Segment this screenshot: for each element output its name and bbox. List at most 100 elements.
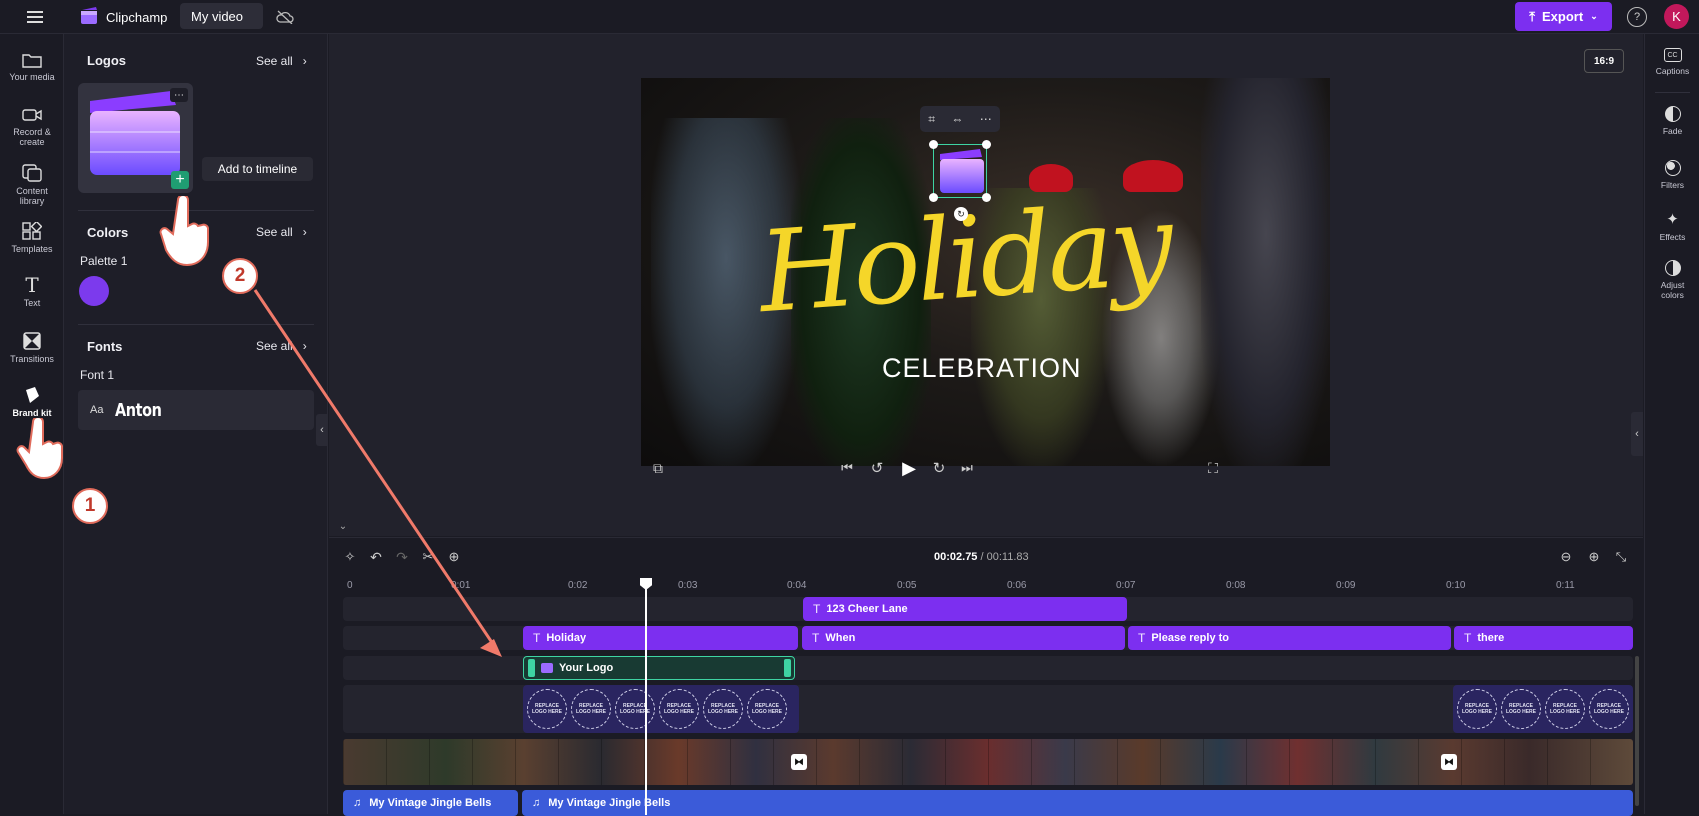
palette-swatch[interactable]: [79, 276, 109, 306]
rewind-5-icon[interactable]: ↺: [867, 458, 887, 478]
collapse-panel-button[interactable]: ‹: [316, 414, 328, 446]
trim-handle-right[interactable]: [784, 659, 791, 677]
rail-item-your-media[interactable]: Your media: [0, 46, 64, 102]
video-clip[interactable]: [343, 739, 1633, 785]
undo-icon[interactable]: ↶: [367, 548, 385, 566]
rail-item-effects[interactable]: ✦ Effects: [1645, 211, 1699, 243]
scene-person-far-right: [1201, 78, 1330, 466]
crop-icon[interactable]: ⌗: [928, 112, 935, 127]
zoom-in-icon[interactable]: ⊕: [1585, 548, 1603, 566]
templates-icon: [22, 222, 42, 240]
audio-clip[interactable]: ♫ My Vintage Jingle Bells: [522, 790, 1633, 816]
snapshot-icon[interactable]: ⧉: [648, 458, 668, 478]
expand-right-panel-button[interactable]: ‹: [1631, 412, 1643, 456]
magic-wand-icon[interactable]: ✧: [341, 548, 359, 566]
rail-item-captions[interactable]: CC Captions: [1645, 48, 1699, 76]
transitions-icon: [23, 332, 41, 350]
clip-label: My Vintage Jingle Bells: [369, 797, 492, 809]
app-name: Clipchamp: [106, 10, 168, 25]
trim-handle-left[interactable]: [528, 659, 535, 677]
add-media-icon[interactable]: ⊕: [445, 548, 463, 566]
rail-item-filters[interactable]: Filters: [1645, 160, 1699, 190]
plus-icon: +: [175, 171, 185, 188]
rotate-handle-icon[interactable]: ↻: [954, 207, 968, 221]
rail-item-content-library[interactable]: Content library: [0, 158, 64, 214]
text-clip[interactable]: T there: [1454, 626, 1633, 650]
pointer-hand-icon: [15, 416, 65, 480]
fonts-see-all-link[interactable]: See all ›: [256, 339, 307, 353]
font-label: Font 1: [80, 368, 115, 382]
font-icon: Aa: [90, 404, 104, 416]
chevron-down-icon: ⌄: [1590, 11, 1598, 21]
forward-5-icon[interactable]: ↻: [929, 458, 949, 478]
logo-more-button[interactable]: ⋯: [170, 88, 188, 102]
fit-timeline-icon[interactable]: ⤡: [1612, 548, 1630, 566]
text-clip[interactable]: T Holiday: [523, 626, 798, 650]
clip-label: Holiday: [546, 632, 587, 644]
help-icon[interactable]: ?: [1627, 7, 1647, 27]
timeline-scrollbar[interactable]: [1635, 656, 1639, 806]
project-name: My video: [191, 9, 244, 24]
folder-icon: [22, 54, 42, 68]
skip-back-icon[interactable]: ⏮: [837, 458, 857, 478]
font-name: Anton: [115, 399, 162, 421]
logo-card[interactable]: ⋯ +: [78, 83, 193, 193]
placeholder-clip[interactable]: REPLACE LOGO HERE REPLACE LOGO HERE REPL…: [523, 685, 799, 733]
avatar[interactable]: K: [1664, 4, 1689, 29]
colors-see-all-link[interactable]: See all ›: [256, 225, 307, 239]
project-name-field[interactable]: My video: [180, 3, 263, 29]
replace-logo-placeholder: REPLACE LOGO HERE: [1589, 689, 1629, 729]
logos-see-all-link[interactable]: See all ›: [256, 54, 307, 68]
rail-item-record-create[interactable]: Record & create: [0, 101, 64, 157]
text-clip[interactable]: T Please reply to: [1128, 626, 1451, 650]
rail-item-transitions[interactable]: Transitions: [0, 326, 64, 382]
playhead[interactable]: [645, 578, 647, 815]
text-clip-icon: T: [533, 631, 541, 645]
effects-icon: ✦: [1666, 211, 1679, 228]
resize-handle[interactable]: [929, 140, 938, 149]
aspect-ratio-button[interactable]: 16:9: [1584, 49, 1624, 73]
resize-handle[interactable]: [982, 193, 991, 202]
fullscreen-icon[interactable]: ⛶: [1203, 458, 1223, 478]
rail-item-fade[interactable]: Fade: [1645, 106, 1699, 136]
colors-title: Colors: [87, 225, 129, 240]
play-icon[interactable]: ▶: [896, 455, 922, 481]
hamburger-menu-icon[interactable]: [24, 7, 46, 27]
redo-icon[interactable]: ↷: [393, 548, 411, 566]
fade-icon: [1664, 106, 1681, 122]
add-to-timeline-tooltip: Add to timeline: [202, 157, 313, 181]
audio-clip[interactable]: ♫ My Vintage Jingle Bells: [343, 790, 518, 816]
transition-marker-icon[interactable]: ⧓: [1441, 754, 1457, 770]
skip-forward-icon[interactable]: ⏭: [957, 458, 977, 478]
resize-handle[interactable]: [929, 193, 938, 202]
export-button[interactable]: ⤒ Export ⌄: [1515, 2, 1612, 31]
font-card[interactable]: Aa Anton: [78, 390, 314, 430]
fit-icon[interactable]: ⇔: [951, 112, 963, 126]
collapse-timeline-icon[interactable]: ⌄: [333, 519, 353, 533]
transition-marker-icon[interactable]: ⧓: [791, 754, 807, 770]
rail-item-text[interactable]: T Text: [0, 270, 64, 326]
split-icon[interactable]: ✂: [419, 548, 437, 566]
brand-kit-icon: [26, 387, 39, 403]
rail-item-templates[interactable]: Templates: [0, 216, 64, 272]
logo-clip[interactable]: Your Logo: [523, 656, 795, 680]
palette-label: Palette 1: [80, 254, 128, 268]
ruler-tick: 0:09: [1336, 580, 1356, 591]
rail-item-adjust-colors[interactable]: Adjust colors: [1645, 260, 1699, 300]
clip-label: there: [1477, 632, 1505, 644]
text-clip[interactable]: T 123 Cheer Lane: [803, 597, 1127, 621]
ruler-tick: 0:07: [1116, 580, 1136, 591]
text-clip-icon: T: [812, 631, 820, 645]
placeholder-clip[interactable]: REPLACE LOGO HERE REPLACE LOGO HERE REPL…: [1453, 685, 1633, 733]
see-all-label: See all: [256, 339, 293, 353]
replace-logo-placeholder: REPLACE LOGO HERE: [1457, 689, 1497, 729]
more-options-icon[interactable]: ⋯: [980, 112, 992, 126]
logo-overlay[interactable]: ↻: [929, 140, 991, 221]
text-clip[interactable]: T When: [802, 626, 1125, 650]
add-to-timeline-button[interactable]: +: [171, 171, 189, 189]
video-preview[interactable]: Holiday CELEBRATION ⌗ ⇔ ⋯ ↻: [641, 78, 1330, 466]
playhead-handle[interactable]: [640, 578, 652, 590]
resize-handle[interactable]: [982, 140, 991, 149]
zoom-out-icon[interactable]: ⊖: [1557, 548, 1575, 566]
captions-icon: CC: [1663, 48, 1682, 62]
